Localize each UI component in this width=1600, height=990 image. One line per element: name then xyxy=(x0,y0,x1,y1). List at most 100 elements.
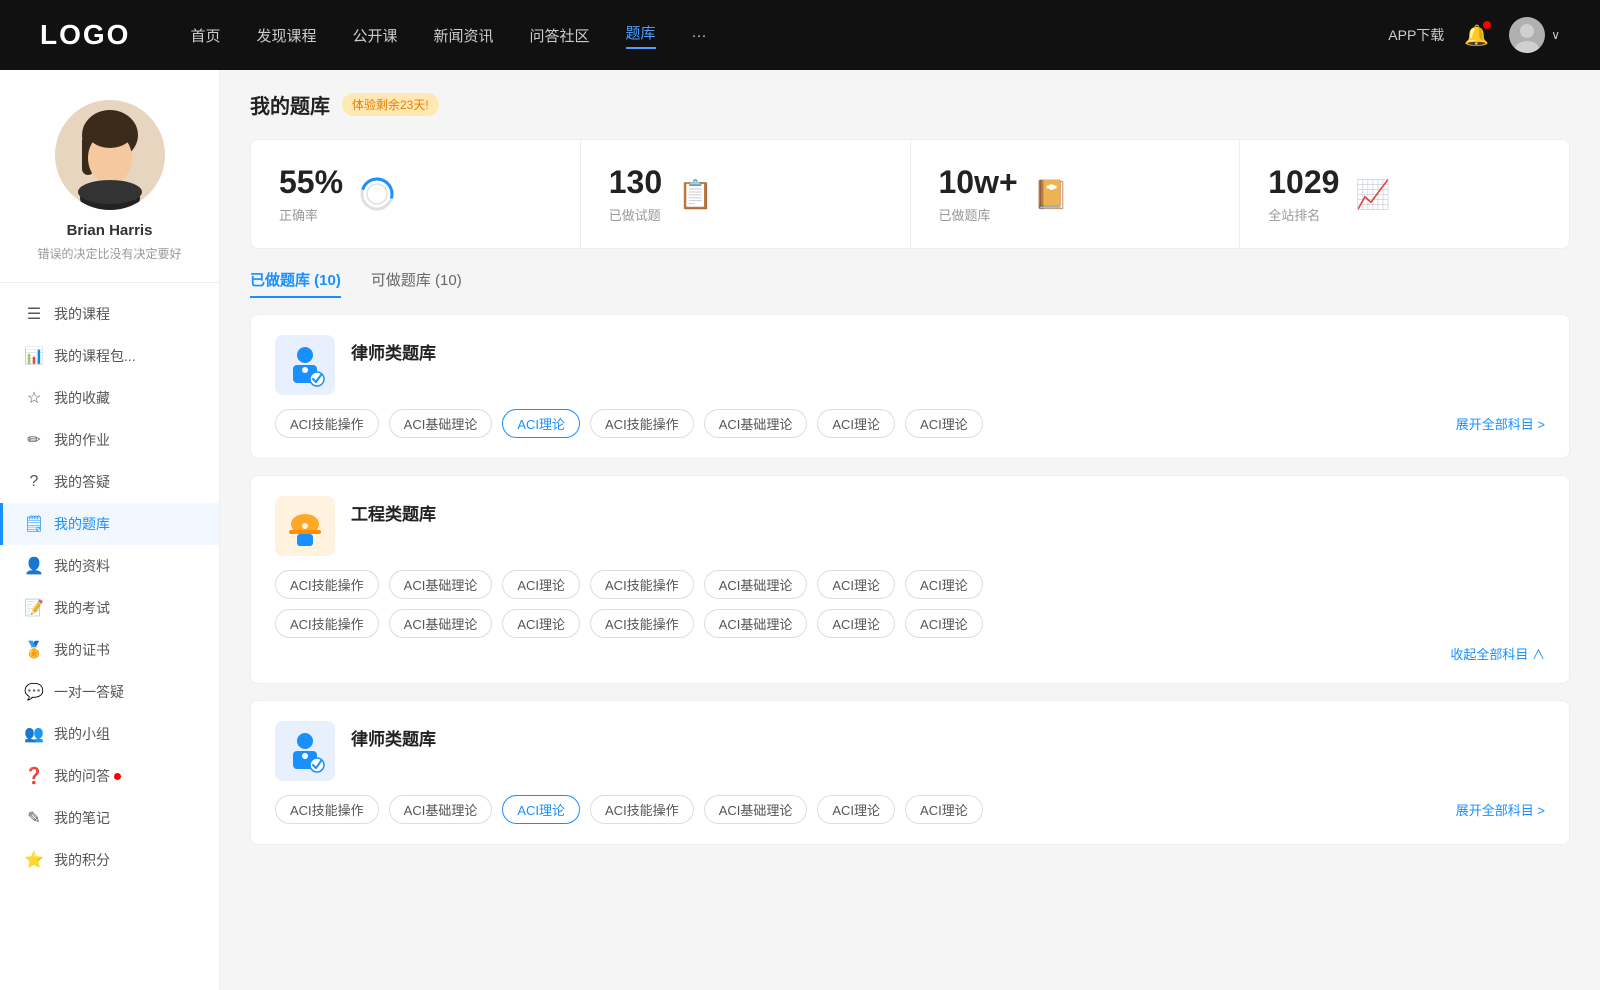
tag[interactable]: ACI理论 xyxy=(817,795,895,824)
sidebar-menu: ☰ 我的课程 📊 我的课程包... ☆ 我的收藏 ✏ 我的作业 ? 我的答疑 🗒 xyxy=(0,293,219,881)
tab-todo-banks[interactable]: 可做题库 (10) xyxy=(371,269,462,298)
stat-value-rank: 1029 xyxy=(1268,164,1339,201)
bank-title-lawyer-2: 律师类题库 xyxy=(351,721,436,750)
tag[interactable]: ACI理论 xyxy=(817,570,895,599)
nav-qbank[interactable]: 题库 xyxy=(626,22,656,49)
tag[interactable]: ACI基础理论 xyxy=(704,409,808,438)
navbar-right: APP下载 🔔 ∨ xyxy=(1388,17,1560,53)
tag[interactable]: ACI技能操作 xyxy=(275,570,379,599)
nav-menu: 首页 发现课程 公开课 新闻资讯 问答社区 题库 ··· xyxy=(190,22,1388,49)
packages-icon: 📊 xyxy=(24,346,44,366)
nav-home[interactable]: 首页 xyxy=(190,25,220,46)
tag[interactable]: ACI基础理论 xyxy=(389,609,493,638)
tag[interactable]: ACI基础理论 xyxy=(389,795,493,824)
tag[interactable]: ACI理论 xyxy=(905,409,983,438)
expand-link-lawyer-2[interactable]: 展开全部科目 > xyxy=(1456,800,1545,819)
tag[interactable]: ACI技能操作 xyxy=(590,570,694,599)
expand-link-lawyer-1[interactable]: 展开全部科目 > xyxy=(1456,414,1545,433)
stat-value-banks: 10w+ xyxy=(939,164,1018,201)
ranking-icon: 📈 xyxy=(1355,178,1390,211)
sidebar-item-exam[interactable]: 📝 我的考试 xyxy=(0,587,219,629)
tag[interactable]: ACI理论 xyxy=(502,795,580,824)
sidebar-item-points[interactable]: ⭐ 我的积分 xyxy=(0,839,219,881)
nav-courses[interactable]: 发现课程 xyxy=(256,25,316,46)
engineer-bank-icon xyxy=(275,496,335,556)
page-header: 我的题库 体验剩余23天! xyxy=(250,90,1570,119)
user-avatar-menu[interactable]: ∨ xyxy=(1509,17,1560,53)
tag[interactable]: ACI基础理论 xyxy=(704,570,808,599)
sidebar-item-groups[interactable]: 👥 我的小组 xyxy=(0,713,219,755)
sidebar-item-profile[interactable]: 👤 我的资料 xyxy=(0,545,219,587)
tag[interactable]: ACI技能操作 xyxy=(590,795,694,824)
sidebar-item-question-bank[interactable]: 🗒 我的题库 xyxy=(0,503,219,545)
nav-news[interactable]: 新闻资讯 xyxy=(434,25,494,46)
tag[interactable]: ACI基础理论 xyxy=(704,609,808,638)
nav-more[interactable]: ··· xyxy=(692,27,707,44)
collapse-link-engineer[interactable]: 收起全部科目 ∧ xyxy=(275,644,1545,663)
lawyer-bank-icon-2 xyxy=(275,721,335,781)
sidebar-item-my-courses[interactable]: ☰ 我的课程 xyxy=(0,293,219,335)
tag[interactable]: ACI技能操作 xyxy=(275,795,379,824)
stat-label-rank: 全站排名 xyxy=(1268,205,1339,224)
tag[interactable]: ACI技能操作 xyxy=(590,609,694,638)
stat-label-correct: 正确率 xyxy=(279,205,343,224)
homework-icon: ✏ xyxy=(24,430,44,450)
tag[interactable]: ACI技能操作 xyxy=(275,409,379,438)
sidebar-item-certificate[interactable]: 🏅 我的证书 xyxy=(0,629,219,671)
app-download-button[interactable]: APP下载 xyxy=(1388,25,1444,45)
my-qa-icon: ❓ xyxy=(24,766,44,786)
profile-avatar xyxy=(55,100,165,210)
tag[interactable]: ACI理论 xyxy=(905,795,983,824)
trial-badge: 体验剩余23天! xyxy=(342,93,439,116)
sidebar-item-homework[interactable]: ✏ 我的作业 xyxy=(0,419,219,461)
tag[interactable]: ACI基础理论 xyxy=(704,795,808,824)
tag[interactable]: ACI理论 xyxy=(502,609,580,638)
tag[interactable]: ACI理论 xyxy=(817,609,895,638)
bank-title-lawyer-1: 律师类题库 xyxy=(351,335,436,364)
exam-icon: 📝 xyxy=(24,598,44,618)
profile-section: Brian Harris 错误的决定比没有决定要好 xyxy=(0,100,219,283)
stat-done-banks: 10w+ 已做题库 📔 xyxy=(911,140,1241,248)
main-layout: Brian Harris 错误的决定比没有决定要好 ☰ 我的课程 📊 我的课程包… xyxy=(0,0,1600,990)
nav-qa[interactable]: 问答社区 xyxy=(530,25,590,46)
tags-row-engineer-1: ACI技能操作 ACI基础理论 ACI理论 ACI技能操作 ACI基础理论 AC… xyxy=(275,570,1545,599)
qa-notification-dot xyxy=(114,773,121,780)
sidebar-item-qa[interactable]: ? 我的答疑 xyxy=(0,461,219,503)
avatar xyxy=(1509,17,1545,53)
tab-done-banks[interactable]: 已做题库 (10) xyxy=(250,269,341,298)
qa-icon: ? xyxy=(24,473,44,491)
logo[interactable]: LOGO xyxy=(40,19,130,51)
tabs-row: 已做题库 (10) 可做题库 (10) xyxy=(250,269,1570,298)
profile-icon: 👤 xyxy=(24,556,44,576)
sidebar-item-one-on-one[interactable]: 💬 一对一答疑 xyxy=(0,671,219,713)
tag[interactable]: ACI理论 xyxy=(905,609,983,638)
profile-motto: 错误的决定比没有决定要好 xyxy=(37,245,181,262)
done-banks-icon: 📔 xyxy=(1034,178,1069,211)
tag[interactable]: ACI技能操作 xyxy=(590,409,694,438)
tag[interactable]: ACI理论 xyxy=(817,409,895,438)
tag[interactable]: ACI基础理论 xyxy=(389,409,493,438)
tag[interactable]: ACI理论 xyxy=(502,570,580,599)
tag[interactable]: ACI基础理论 xyxy=(389,570,493,599)
stat-label-banks: 已做题库 xyxy=(939,205,1018,224)
nav-open-course[interactable]: 公开课 xyxy=(352,25,397,46)
stat-correct-rate: 55% 正确率 xyxy=(251,140,581,248)
done-questions-icon: 📋 xyxy=(678,178,713,211)
tags-row-lawyer-1: ACI技能操作 ACI基础理论 ACI理论 ACI技能操作 ACI基础理论 AC… xyxy=(275,409,1545,438)
courses-icon: ☰ xyxy=(24,304,44,324)
stat-ranking: 1029 全站排名 📈 xyxy=(1240,140,1569,248)
tag[interactable]: ACI理论 xyxy=(502,409,580,438)
profile-name: Brian Harris xyxy=(67,222,153,239)
sidebar-item-notes[interactable]: ✎ 我的笔记 xyxy=(0,797,219,839)
tag[interactable]: ACI理论 xyxy=(905,570,983,599)
stat-value-done: 130 xyxy=(609,164,662,201)
content-area: 我的题库 体验剩余23天! 55% 正确率 xyxy=(220,70,1600,990)
sidebar-item-favorites[interactable]: ☆ 我的收藏 xyxy=(0,377,219,419)
sidebar-item-my-qa[interactable]: ❓ 我的问答 xyxy=(0,755,219,797)
tag[interactable]: ACI技能操作 xyxy=(275,609,379,638)
tags-row-lawyer-2: ACI技能操作 ACI基础理论 ACI理论 ACI技能操作 ACI基础理论 AC… xyxy=(275,795,1545,824)
navbar: LOGO 首页 发现课程 公开课 新闻资讯 问答社区 题库 ··· APP下载 … xyxy=(0,0,1600,70)
notification-bell-icon[interactable]: 🔔 xyxy=(1464,23,1489,48)
stat-label-done: 已做试题 xyxy=(609,205,662,224)
sidebar-item-course-packages[interactable]: 📊 我的课程包... xyxy=(0,335,219,377)
